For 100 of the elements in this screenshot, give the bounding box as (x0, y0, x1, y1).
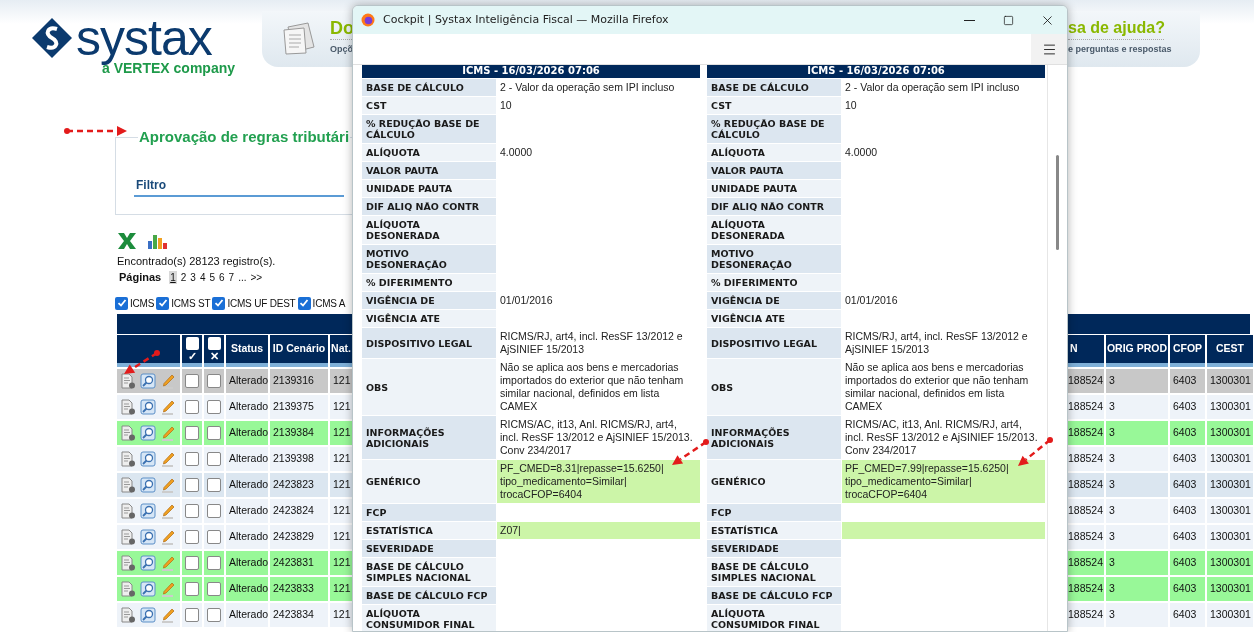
table-cell: 121 (330, 421, 352, 445)
page-link[interactable]: 3 (190, 270, 196, 284)
field-label: ALÍQUOTA (362, 144, 496, 161)
column-header[interactable]: CFOP (1170, 335, 1205, 367)
column-header[interactable]: ORIG PROD (1106, 335, 1168, 367)
checkbox-label: ICMS A (312, 296, 346, 310)
table-cell: 188524 (1068, 551, 1104, 575)
page-link[interactable]: >> (250, 270, 263, 284)
field-label: DIF ALIQ NÃO CONTR (362, 198, 496, 215)
field-label: VIGÊNCIA ATE (362, 310, 496, 327)
table-cell: 188524 (1068, 577, 1104, 601)
table-cell: 1300301 (1207, 369, 1253, 393)
field-label: MOTIVO DESONERAÇÃO (707, 245, 841, 273)
field-label: ALÍQUOTA DESONERADA (707, 216, 841, 244)
panel-header: ICMS - 16/03/2026 07:06 (362, 65, 700, 78)
page-link[interactable]: 6 (219, 270, 225, 284)
table-cell: 6403 (1170, 577, 1205, 601)
table-cell: 6403 (1170, 603, 1205, 627)
table-cell: 2139398 (270, 447, 328, 471)
table-cell: Alterado (226, 577, 268, 601)
table-cell: 121 (330, 447, 352, 471)
field-label: FCP (707, 504, 841, 521)
column-header[interactable]: Nat. (330, 335, 352, 367)
checkbox-label: ICMS ST (171, 296, 211, 310)
field-value: Z07| (497, 522, 700, 539)
table-cell: Alterado (226, 499, 268, 523)
table-cell: Alterado (226, 369, 268, 393)
field-label: % DIFERIMENTO (707, 274, 841, 291)
field-label: UNIDADE PAUTA (362, 180, 496, 197)
field-label: UNIDADE PAUTA (707, 180, 841, 197)
page-link[interactable]: ... (238, 270, 247, 284)
page-link[interactable]: 2 (180, 270, 187, 284)
page-link[interactable]: 1 (169, 270, 177, 284)
table-cell: 188524 (1068, 447, 1104, 471)
field-label: DIF ALIQ NÃO CONTR (707, 198, 841, 215)
table-cell: 188524 (1068, 421, 1104, 445)
field-label: BASE DE CÁLCULO FCP (707, 587, 841, 604)
table-cell: Alterado (226, 473, 268, 497)
table-cell: 2423834 (270, 603, 328, 627)
field-label: VIGÊNCIA ATE (707, 310, 841, 327)
table-cell: 121 (330, 603, 352, 627)
table-cell: 1300301 (1207, 603, 1253, 627)
field-label: GENÉRICO (707, 460, 841, 503)
table-cell: 3 (1106, 551, 1168, 575)
table-cell: 121 (330, 525, 352, 549)
page-link[interactable]: 5 (209, 270, 215, 284)
table-cell: 3 (1106, 369, 1168, 393)
table-cell: 6403 (1170, 421, 1205, 445)
table-cell: 188524 (1068, 499, 1104, 523)
page-title: Aprovação de regras tributári (138, 127, 351, 147)
table-cell: 188524 (1068, 395, 1104, 419)
field-label: ALÍQUOTA CONSUMIDOR FINAL (362, 605, 496, 631)
field-label: DISPOSITIVO LEGAL (707, 328, 841, 358)
table-cell: 188524 (1068, 603, 1104, 627)
field-label: DISPOSITIVO LEGAL (362, 328, 496, 358)
field-label: ALÍQUOTA CONSUMIDOR FINAL (707, 605, 841, 631)
field-label: BASE DE CÁLCULO (362, 79, 496, 96)
field-label: % REDUÇÃO BASE DE CÁLCULO (707, 115, 841, 143)
banner-subtitle: Opçõ (330, 43, 353, 56)
field-label: SEVERIDADE (707, 540, 841, 557)
field-label: ALÍQUOTA (707, 144, 841, 161)
column-header[interactable]: CEST (1207, 335, 1253, 367)
field-label: % REDUÇÃO BASE DE CÁLCULO (362, 115, 496, 143)
table-cell: 2423833 (270, 577, 328, 601)
table-cell: 121 (330, 395, 352, 419)
page-link[interactable]: 4 (199, 270, 206, 284)
column-header[interactable]: N (1068, 335, 1104, 367)
table-cell: 1300301 (1207, 473, 1253, 497)
table-cell: 3 (1106, 499, 1168, 523)
column-header[interactable]: Status (226, 335, 268, 367)
field-label: MOTIVO DESONERAÇÃO (362, 245, 496, 273)
field-label: BASE DE CÁLCULO (707, 79, 841, 96)
table-cell: 2139384 (270, 421, 328, 445)
field-label: INFORMAÇÕES ADICIONAIS (707, 416, 841, 459)
table-cell: 2423831 (270, 551, 328, 575)
table-cell: 6403 (1170, 369, 1205, 393)
field-label: BASE DE CÁLCULO SIMPLES NACIONAL (362, 558, 496, 586)
field-label: ESTATÍSTICA (362, 522, 496, 539)
field-label: GENÉRICO (362, 460, 496, 503)
table-cell: 3 (1106, 473, 1168, 497)
table-cell: 188524 (1068, 473, 1104, 497)
page-link[interactable]: 7 (228, 270, 235, 284)
table-cell: 2423824 (270, 499, 328, 523)
table-cell: 1300301 (1207, 551, 1253, 575)
window-title: Cockpit | Systax Inteligência Fiscal — Mozilla Firefox (383, 11, 669, 28)
filter-header[interactable]: Filtro (134, 175, 344, 197)
table-cell: Alterado (226, 525, 268, 549)
column-header[interactable]: ID Cenário (270, 335, 328, 367)
table-cell: 3 (1106, 447, 1168, 471)
table-cell: Alterado (226, 447, 268, 471)
field-label: OBS (362, 359, 496, 415)
field-label: VIGÊNCIA DE (707, 292, 841, 309)
table-cell: 3 (1106, 577, 1168, 601)
table-cell: 2423823 (270, 473, 328, 497)
field-label: CST (707, 97, 841, 114)
table-cell: 121 (330, 551, 352, 575)
field-label: BASE DE CÁLCULO FCP (362, 587, 496, 604)
field-label: VIGÊNCIA DE (362, 292, 496, 309)
field-label: OBS (707, 359, 841, 415)
field-label: VALOR PAUTA (362, 162, 496, 179)
